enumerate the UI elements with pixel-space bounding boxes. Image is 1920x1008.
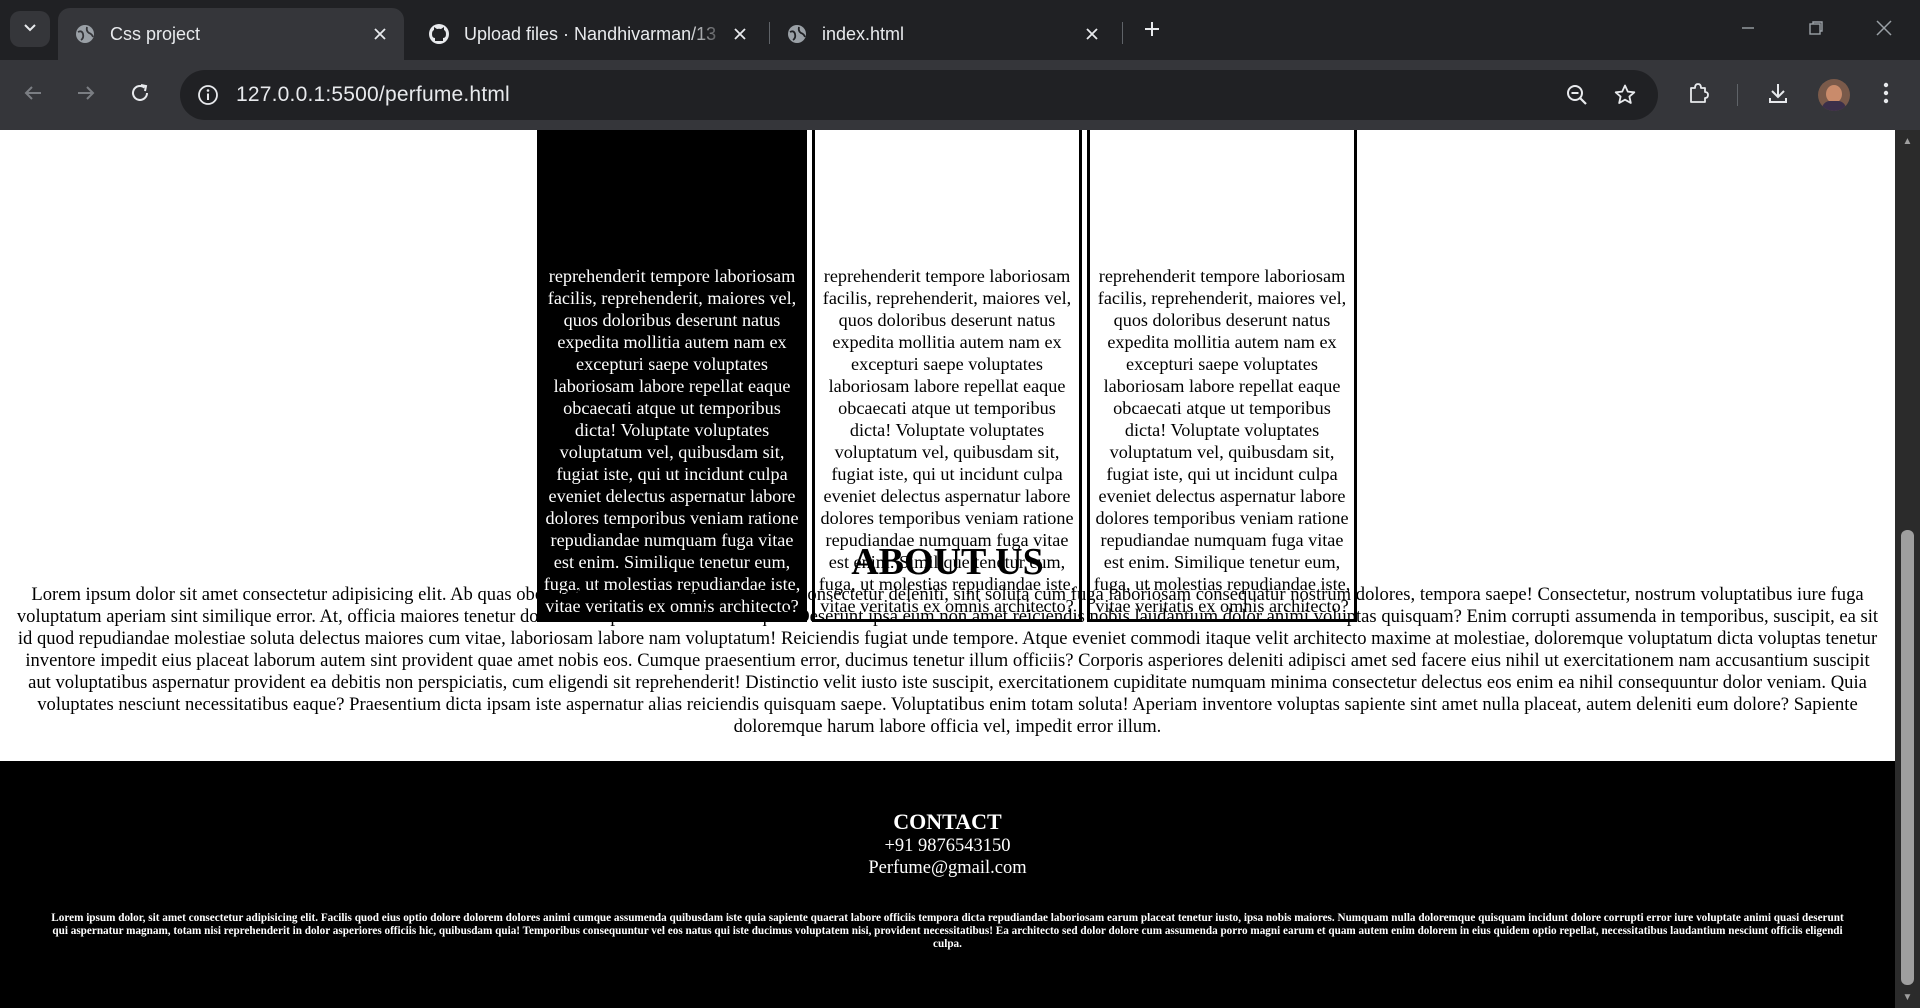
contact-phone: +91 9876543150 bbox=[884, 836, 1011, 856]
window-close-button[interactable] bbox=[1864, 10, 1904, 50]
github-icon bbox=[428, 23, 450, 45]
footer-fine-print: Lorem ipsum dolor, sit amet consectetur … bbox=[51, 912, 1844, 950]
scrollbar-thumb[interactable] bbox=[1901, 530, 1914, 985]
arrow-left-icon bbox=[22, 82, 44, 109]
tab-index-html[interactable]: index.html bbox=[770, 8, 1116, 60]
tab-search-button[interactable] bbox=[10, 11, 50, 47]
browser-toolbar: 127.0.0.1:5500/perfume.html bbox=[0, 60, 1920, 130]
restore-icon bbox=[1808, 20, 1824, 41]
back-button[interactable] bbox=[13, 75, 53, 115]
tab-title: index.html bbox=[822, 23, 905, 44]
close-icon[interactable] bbox=[728, 22, 752, 46]
close-icon bbox=[1875, 19, 1893, 42]
plus-icon bbox=[1143, 20, 1161, 43]
about-heading: ABOUT US bbox=[851, 541, 1044, 583]
tab-separator bbox=[1122, 22, 1123, 44]
scroll-up-arrow-icon[interactable]: ▲ bbox=[1895, 130, 1920, 152]
reload-icon bbox=[129, 82, 151, 109]
tab-title: Upload files · Nandhivarman/13 bbox=[464, 23, 717, 44]
tab-css-project[interactable]: Css project bbox=[58, 8, 404, 60]
globe-icon bbox=[74, 23, 96, 45]
minimize-icon bbox=[1740, 20, 1756, 41]
scroll-down-arrow-icon[interactable]: ▼ bbox=[1895, 986, 1920, 1008]
page-viewport: reprehenderit tempore laboriosam facilis… bbox=[0, 130, 1895, 1008]
url-text[interactable]: 127.0.0.1:5500/perfume.html bbox=[236, 83, 510, 107]
arrow-right-icon bbox=[75, 82, 97, 109]
zoom-out-icon[interactable] bbox=[1562, 80, 1592, 110]
toolbar-divider bbox=[1737, 84, 1738, 106]
menu-button[interactable] bbox=[1866, 75, 1906, 115]
globe-icon bbox=[786, 23, 808, 45]
downloads-button[interactable] bbox=[1758, 75, 1798, 115]
contact-email: Perfume@gmail.com bbox=[868, 858, 1027, 878]
contact-heading: CONTACT bbox=[893, 809, 1002, 834]
close-icon[interactable] bbox=[368, 22, 392, 46]
card-text-partial: reprehenderit tempore laboriosam bbox=[548, 266, 796, 286]
profile-avatar[interactable] bbox=[1818, 79, 1850, 111]
puzzle-icon bbox=[1687, 81, 1711, 110]
card-text-partial: reprehenderit tempore laboriosam bbox=[823, 266, 1071, 286]
restore-button[interactable] bbox=[1796, 10, 1836, 50]
close-icon[interactable] bbox=[1080, 22, 1104, 46]
kebab-menu-icon bbox=[1883, 82, 1889, 109]
tab-github-upload[interactable]: Upload files · Nandhivarman/13 bbox=[412, 8, 764, 60]
tab-title: Css project bbox=[110, 23, 201, 44]
about-body: Lorem ipsum dolor sit amet consectetur a… bbox=[16, 584, 1879, 737]
minimize-button[interactable] bbox=[1728, 10, 1768, 50]
reload-button[interactable] bbox=[120, 75, 160, 115]
about-section: ABOUT US Lorem ipsum dolor sit amet cons… bbox=[0, 540, 1895, 738]
download-icon bbox=[1766, 81, 1790, 110]
address-bar[interactable]: 127.0.0.1:5500/perfume.html bbox=[180, 70, 1658, 120]
forward-button[interactable] bbox=[66, 75, 106, 115]
card-text-partial: reprehenderit tempore laboriosam bbox=[1098, 266, 1346, 286]
page-scrollbar[interactable]: ▲ ▼ bbox=[1895, 130, 1920, 1008]
site-info-icon[interactable] bbox=[192, 79, 224, 111]
tab-strip: Css project Upload files · Nandhivarman/… bbox=[0, 0, 1920, 60]
bookmark-star-icon[interactable] bbox=[1610, 80, 1640, 110]
footer: CONTACT +91 9876543150 Perfume@gmail.com… bbox=[0, 761, 1895, 1008]
new-tab-button[interactable] bbox=[1135, 14, 1169, 48]
chevron-down-icon bbox=[22, 19, 38, 40]
extensions-button[interactable] bbox=[1679, 75, 1719, 115]
